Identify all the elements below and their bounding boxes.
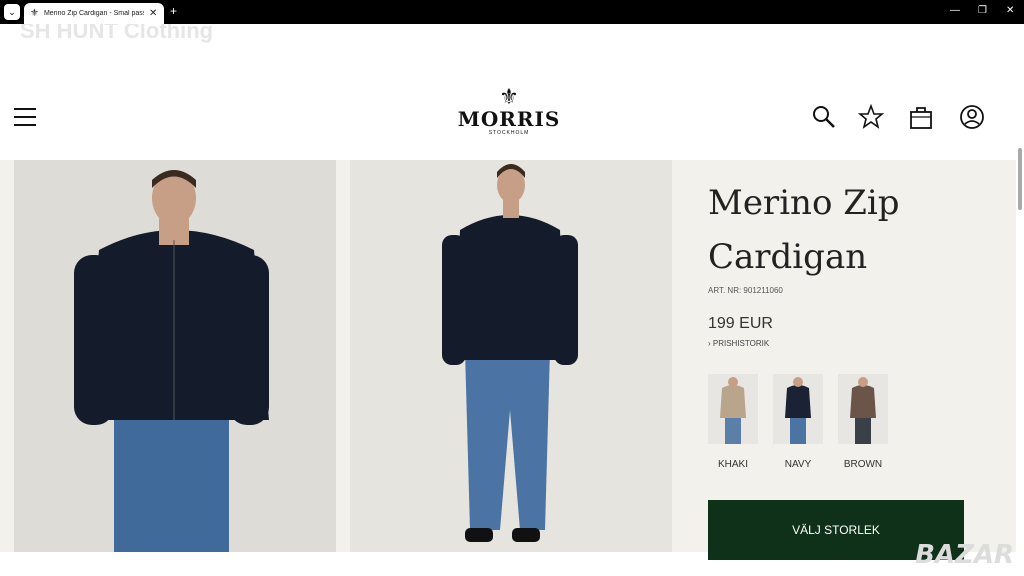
star-icon[interactable] [858,104,884,130]
swatch-navy[interactable]: NAVY [773,374,823,470]
product-photo-front[interactable] [14,160,336,552]
site-header: ⚜ MORRIS STOCKHOLM [0,68,1016,160]
product-info: Merino Zip Cardigan ART. NR: 901211060 1… [708,160,968,560]
swatch-khaki[interactable]: KHAKI [708,374,758,470]
restore-icon[interactable]: ❐ [978,5,987,16]
swatch-brown-label: BROWN [843,459,883,470]
new-tab-button[interactable]: + [170,4,177,18]
fleur-de-lis-icon: ⚜ [499,84,519,109]
brand-logo[interactable]: ⚜ MORRIS STOCKHOLM [454,84,564,137]
tab-close-icon[interactable]: ✕ [149,8,157,19]
swatch-khaki-label: KHAKI [717,459,748,470]
article-number: ART. NR: 901211060 [708,286,783,295]
product-section: Merino Zip Cardigan ART. NR: 901211060 1… [0,160,1016,560]
product-title-line1: Merino Zip [708,183,900,223]
swatch-navy-image [773,374,823,444]
swatch-khaki-image [708,374,758,444]
product-title: Merino Zip Cardigan [708,176,968,284]
favicon-icon: ⚜ [30,8,39,19]
window-close-icon[interactable]: ✕ [1006,5,1014,16]
watermark-logo: BAZAR [915,540,1014,570]
product-price: 199 EUR [708,315,773,332]
browser-titlebar: ⌄ ⚜ Merino Zip Cardigan - Smal passform … [0,0,1024,24]
user-icon[interactable] [959,104,985,130]
color-swatches: KHAKI NAVY BROWN [708,374,968,470]
swatch-navy-label: NAVY [784,459,812,470]
bag-icon[interactable] [908,104,934,130]
product-title-line2: Cardigan [708,237,868,277]
logo-name: MORRIS [457,107,561,131]
search-icon[interactable] [811,104,837,130]
web-page: SH HUNT Clothing ⚜ MORRIS STOCKHOLM Meri… [0,24,1024,576]
swatch-brown-image [838,374,888,444]
swatch-brown[interactable]: BROWN [838,374,888,470]
minimize-icon[interactable]: — [950,5,960,16]
tab-title: Merino Zip Cardigan - Smal passform [43,10,144,17]
product-photo-full[interactable] [350,160,672,552]
menu-icon[interactable] [14,108,36,126]
browser-tab[interactable]: ⚜ Merino Zip Cardigan - Smal passform ✕ [24,3,164,24]
page-scrollbar[interactable] [1016,74,1024,550]
tab-menu-chevron-icon[interactable]: ⌄ [4,4,20,20]
watermark-text: SH HUNT Clothing [20,24,214,43]
price-history-link[interactable]: › PRISHISTORIK [708,339,968,348]
scrollbar-thumb[interactable] [1018,148,1022,210]
